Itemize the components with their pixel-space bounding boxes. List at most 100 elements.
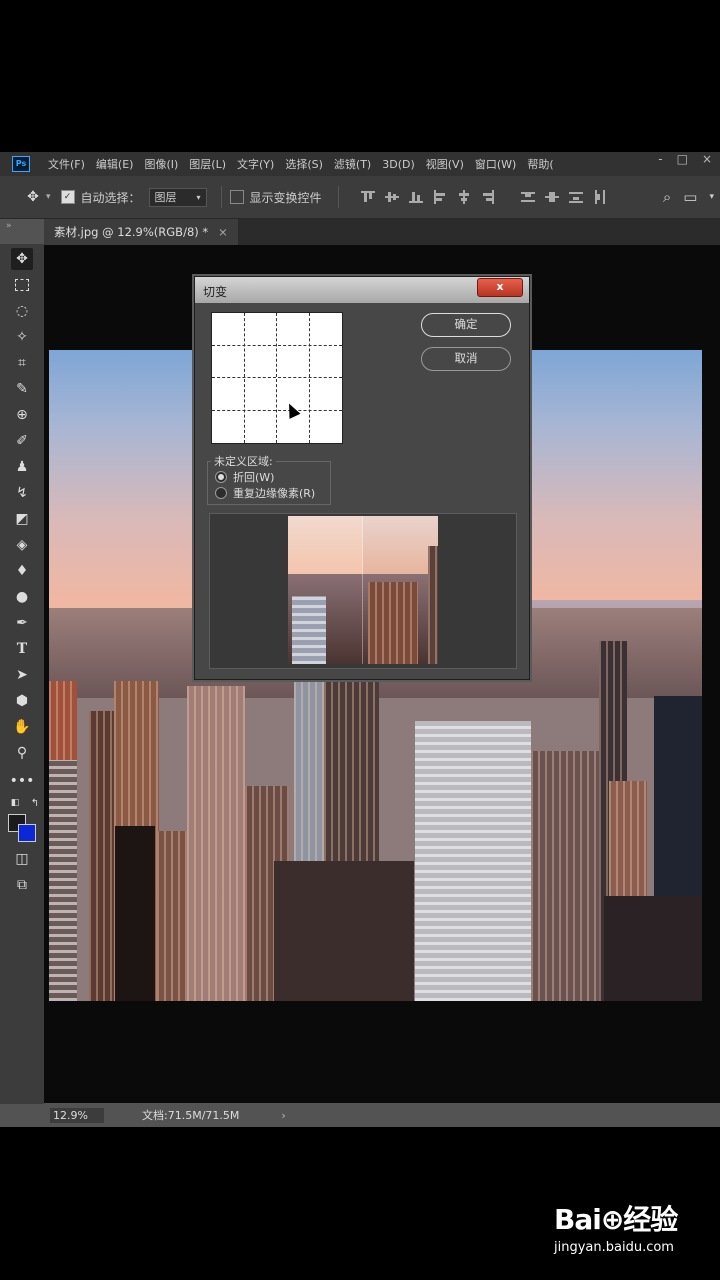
office-tower xyxy=(415,721,531,1001)
path-selection-tool-icon[interactable]: ➤ xyxy=(11,664,33,686)
default-colors-icon[interactable]: ◧ xyxy=(4,792,26,814)
menu-view[interactable]: 视图(V) xyxy=(426,156,464,172)
preview-image xyxy=(288,516,438,664)
move-tool-preset-icon[interactable]: ✥ xyxy=(22,186,44,208)
mouse-cursor-icon xyxy=(283,401,301,419)
ok-button[interactable]: 确定 xyxy=(421,313,511,337)
crop-tool-icon[interactable]: ⌗ xyxy=(11,352,33,374)
options-right: ⌕ ▭ ▾ xyxy=(663,176,714,218)
distribute-left-icon[interactable] xyxy=(593,190,607,204)
auto-select-value: 图层 xyxy=(154,191,177,204)
marquee-tool-icon[interactable] xyxy=(11,274,33,296)
document-size: 文档:71.5M/71.5M xyxy=(142,1109,240,1122)
cancel-button[interactable]: 取消 xyxy=(421,347,511,371)
building xyxy=(274,861,414,1001)
radio-unselected[interactable] xyxy=(215,487,227,499)
more-tools-icon[interactable]: ••• xyxy=(10,770,35,792)
building xyxy=(157,831,187,1001)
brush-tool-icon[interactable]: ✐ xyxy=(11,430,33,452)
divider xyxy=(337,186,339,208)
repeat-edge-option[interactable]: 重复边缘像素(R) xyxy=(215,485,315,501)
align-top-icon[interactable] xyxy=(360,190,375,204)
background-color-swatch[interactable] xyxy=(18,824,36,842)
document-tab-bar: 素材.jpg @ 12.9%(RGB/8) * × xyxy=(44,219,720,245)
dialog-close-button[interactable]: x xyxy=(477,278,523,297)
clone-stamp-tool-icon[interactable]: ♟ xyxy=(11,456,33,478)
building xyxy=(115,826,155,1001)
color-swatches[interactable] xyxy=(6,814,38,846)
menu-select[interactable]: 选择(S) xyxy=(285,156,323,172)
wrap-around-option[interactable]: 折回(W) xyxy=(215,469,274,485)
radio-selected[interactable] xyxy=(215,471,227,483)
grid-line xyxy=(212,410,342,411)
align-right-icon[interactable] xyxy=(481,190,495,204)
align-vcenter-icon[interactable] xyxy=(384,190,399,204)
menu-window[interactable]: 窗口(W) xyxy=(475,156,516,172)
distribute-vcenter-icon[interactable] xyxy=(544,190,559,204)
hand-tool-icon[interactable]: ✋ xyxy=(11,716,33,738)
type-tool-icon[interactable]: T xyxy=(11,638,33,660)
paint-bucket-tool-icon[interactable]: ◈ xyxy=(11,534,33,556)
shear-curve-grid[interactable] xyxy=(211,312,343,444)
menu-image[interactable]: 图像(I) xyxy=(144,156,178,172)
zoom-level[interactable]: 12.9% xyxy=(50,1107,104,1123)
preview-area xyxy=(209,513,517,669)
watermark-logo: Bai⊕经验 xyxy=(554,1203,678,1236)
document-tab[interactable]: 素材.jpg @ 12.9%(RGB/8) * × xyxy=(44,219,238,245)
distribute-bottom-icon[interactable] xyxy=(568,190,583,204)
menu-filter[interactable]: 滤镜(T) xyxy=(334,156,371,172)
swap-colors-icon[interactable]: ↰ xyxy=(24,792,46,814)
screen-mode-icon[interactable]: ⧉ xyxy=(11,874,33,896)
menu-layer[interactable]: 图层(L) xyxy=(189,156,226,172)
workspace-icon[interactable]: ▭ xyxy=(683,188,697,206)
distribute-buttons xyxy=(520,190,607,204)
menu-file[interactable]: 文件(F) xyxy=(48,156,85,172)
close-tab-icon[interactable]: × xyxy=(218,225,228,239)
align-hcenter-icon[interactable] xyxy=(457,190,471,204)
align-bottom-icon[interactable] xyxy=(408,190,423,204)
zoom-tool-icon[interactable]: ⚲ xyxy=(11,742,33,764)
window-controls: - □ × xyxy=(658,152,712,166)
preview-building xyxy=(428,546,438,664)
show-transform-checkbox[interactable] xyxy=(229,190,244,204)
menu-help[interactable]: 帮助( xyxy=(527,156,553,172)
pen-tool-icon[interactable]: ✒ xyxy=(11,612,33,634)
dodge-tool-icon[interactable]: ● xyxy=(11,586,33,608)
history-brush-tool-icon[interactable]: ↯ xyxy=(11,482,33,504)
dialog-title-bar[interactable]: 切变 x xyxy=(195,277,529,303)
status-menu-arrow-icon[interactable]: › xyxy=(281,1109,285,1122)
align-left-icon[interactable] xyxy=(433,190,447,204)
preview-sky-right xyxy=(363,516,438,574)
divider xyxy=(220,186,222,208)
chevron-down-icon[interactable]: ▾ xyxy=(709,192,714,202)
grid-line xyxy=(276,313,277,443)
menu-edit[interactable]: 编辑(E) xyxy=(96,156,134,172)
magic-wand-tool-icon[interactable]: ✧ xyxy=(11,326,33,348)
distribute-top-icon[interactable] xyxy=(520,190,535,204)
auto-select-checkbox[interactable]: ✓ xyxy=(60,190,75,204)
spot-healing-tool-icon[interactable]: ⊕ xyxy=(11,404,33,426)
minimize-button[interactable]: - xyxy=(658,152,662,166)
grid-line xyxy=(212,345,342,346)
repeat-edge-label: 重复边缘像素(R) xyxy=(233,487,316,500)
chevron-down-icon[interactable]: ▾ xyxy=(46,192,51,202)
eyedropper-tool-icon[interactable]: ✎ xyxy=(11,378,33,400)
shape-tool-icon[interactable]: ⬢ xyxy=(11,690,33,712)
lasso-tool-icon[interactable]: ◌ xyxy=(11,300,33,322)
blur-tool-icon[interactable]: ♦ xyxy=(11,560,33,582)
eraser-tool-icon[interactable]: ◩ xyxy=(11,508,33,530)
close-window-button[interactable]: × xyxy=(702,152,712,166)
preview-building xyxy=(292,596,326,664)
collapse-panel-icon[interactable]: » xyxy=(6,221,12,231)
watermark-url: jingyan.baidu.com xyxy=(554,1240,674,1255)
auto-select-dropdown[interactable]: 图层 ▾ xyxy=(148,187,207,207)
preview-seam xyxy=(362,516,363,664)
move-tool-icon[interactable]: ✥ xyxy=(11,248,33,270)
menu-type[interactable]: 文字(Y) xyxy=(237,156,274,172)
status-bar: 12.9% 文档:71.5M/71.5M › xyxy=(44,1103,720,1127)
chevron-down-icon: ▾ xyxy=(196,192,201,202)
search-icon[interactable]: ⌕ xyxy=(663,188,671,206)
maximize-button[interactable]: □ xyxy=(677,152,688,166)
menu-3d[interactable]: 3D(D) xyxy=(382,158,415,171)
quick-mask-icon[interactable]: ◫ xyxy=(11,848,33,870)
